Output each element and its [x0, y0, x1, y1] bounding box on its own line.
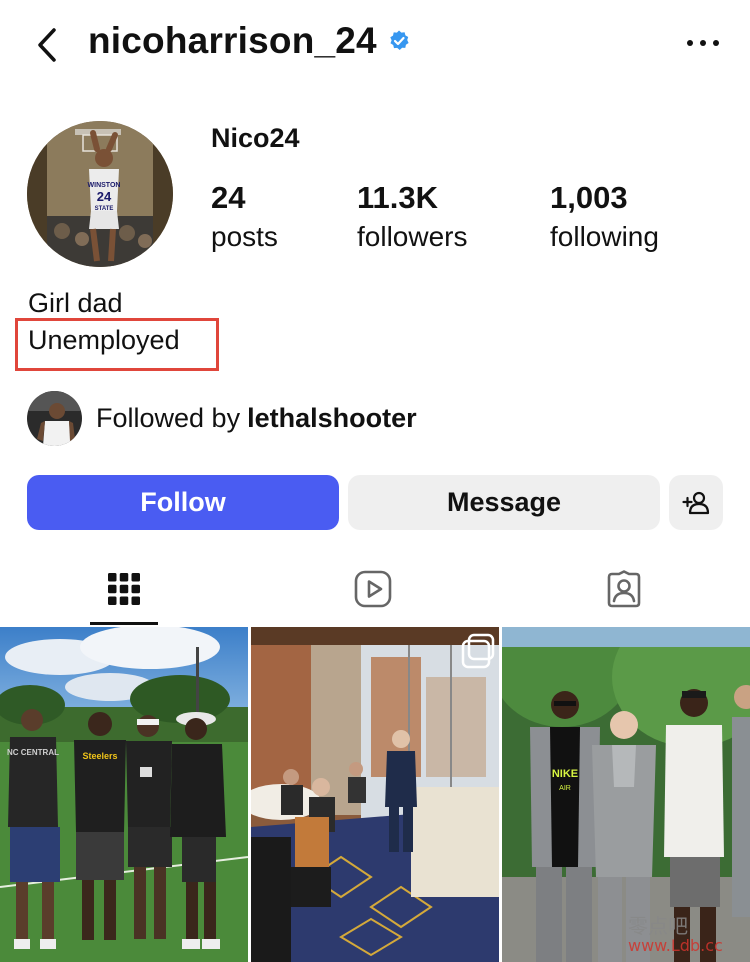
shirt-text: NC CENTRAL [7, 748, 59, 757]
tab-tagged[interactable] [589, 556, 659, 622]
chevron-left-icon [38, 28, 56, 62]
svg-text:WINSTON: WINSTON [88, 182, 121, 189]
watermark-line-2: www.Ldb.cc [628, 936, 723, 955]
follow-button-label: Follow [140, 487, 226, 517]
shirt-text: Steelers [82, 751, 117, 761]
stat-following[interactable]: 1,003 following [550, 180, 659, 258]
tab-reels[interactable] [338, 556, 408, 622]
bio-line-2: Unemployed [28, 325, 180, 355]
shirt-text: NIKE [552, 768, 578, 780]
message-button-label: Message [446, 487, 562, 517]
mutual-follower-avatar [27, 391, 82, 446]
followers-count: 11.3K [357, 180, 439, 215]
watermark-line-1: 零点吧 [628, 914, 688, 938]
more-horizontal-icon [687, 40, 719, 46]
stat-followers[interactable]: 11.3K followers [357, 180, 467, 258]
add-user-icon [682, 491, 710, 514]
shirt-text: AIR [559, 785, 571, 792]
active-tab-indicator [90, 622, 158, 625]
posts-count: 24 [211, 180, 246, 215]
display-name: Nico24 [211, 123, 300, 153]
post-thumbnail-3[interactable]: NIKE AIR [502, 627, 750, 962]
top-bar: nicoharrison_24 [0, 0, 750, 90]
tagged-icon [607, 570, 641, 608]
following-count: 1,003 [550, 180, 628, 215]
message-button[interactable]: Message [348, 475, 660, 530]
followed-by-name[interactable]: lethalshooter [247, 403, 417, 434]
followed-by-prefix: Followed by [96, 403, 241, 433]
follow-button[interactable]: Follow [27, 475, 339, 530]
back-button[interactable] [30, 22, 66, 68]
stat-posts: 24 posts [211, 180, 278, 258]
profile-avatar[interactable]: WINSTON 24 STATE [27, 121, 173, 267]
followed-by-row[interactable]: Followed by lethalshooter [27, 391, 417, 446]
username: nicoharrison_24 [88, 20, 377, 61]
followers-label: followers [357, 221, 468, 252]
following-label: following [550, 221, 659, 252]
more-options-button[interactable] [684, 30, 724, 56]
svg-text:24: 24 [97, 189, 112, 204]
posts-label: posts [211, 221, 278, 252]
add-user-button[interactable] [669, 475, 723, 530]
bio-line-1: Girl dad [28, 288, 123, 318]
tab-grid[interactable] [89, 556, 159, 622]
reels-icon [354, 570, 392, 608]
profile-tabs [0, 556, 750, 626]
grid-icon [108, 573, 140, 605]
posts-grid: NC CENTRAL Steelers NIKE AIR [0, 627, 750, 962]
watermark: 零点吧 www.Ldb.cc [628, 916, 723, 955]
post-thumbnail-2[interactable] [251, 627, 499, 962]
username-header: nicoharrison_24 [88, 20, 411, 62]
post-thumbnail-1[interactable]: NC CENTRAL Steelers [0, 627, 248, 962]
verified-badge-icon [390, 30, 409, 50]
